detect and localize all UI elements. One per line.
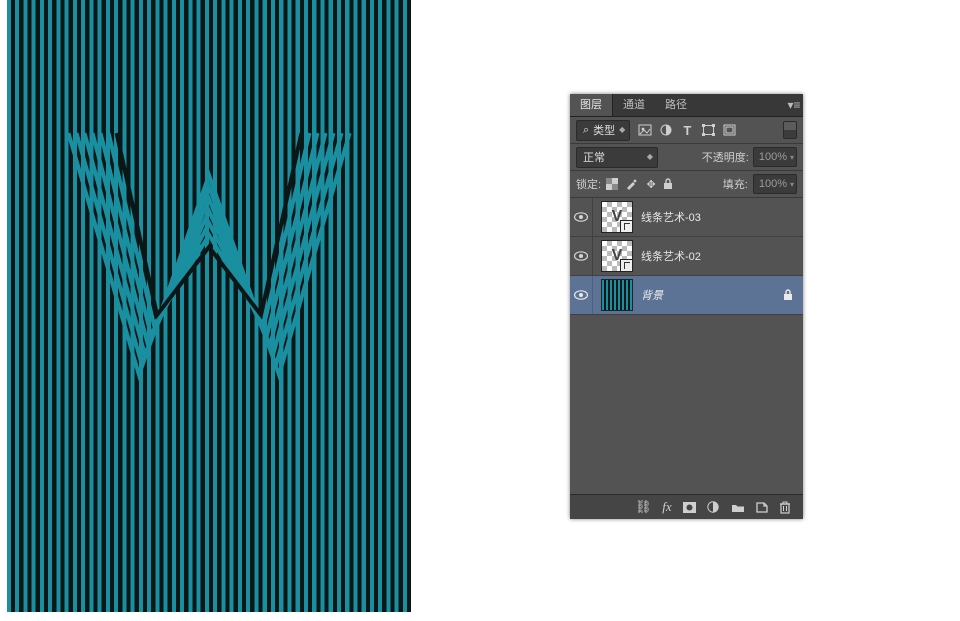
- adjustment-layer-icon[interactable]: [707, 501, 723, 513]
- link-layers-icon[interactable]: ⛓: [635, 499, 651, 515]
- visibility-toggle[interactable]: [570, 198, 593, 236]
- visibility-toggle[interactable]: [570, 237, 593, 275]
- visibility-toggle[interactable]: [570, 276, 593, 314]
- blend-mode-dropdown[interactable]: 正常 ◆: [576, 147, 658, 168]
- lock-all-icon[interactable]: [663, 178, 677, 191]
- blend-mode-value: 正常: [583, 149, 605, 165]
- layer-thumbnail[interactable]: [601, 279, 633, 311]
- letter-w-artwork: [59, 125, 359, 385]
- chevron-down-icon: ▾: [790, 153, 794, 162]
- layer-style-icon[interactable]: fx: [659, 499, 675, 515]
- lock-paint-icon[interactable]: [625, 178, 639, 191]
- filter-smart-icon[interactable]: [720, 122, 738, 138]
- opacity-value: 100%: [759, 151, 787, 163]
- layer-thumbnail[interactable]: [601, 240, 633, 272]
- filter-type-icons: T: [636, 122, 738, 138]
- document-canvas[interactable]: [7, 0, 411, 612]
- fill-label: 填充:: [723, 176, 748, 192]
- search-icon: ⌕: [583, 124, 589, 137]
- filter-kind-label: 类型: [593, 122, 615, 138]
- tab-layers[interactable]: 图层: [570, 94, 613, 116]
- layers-bottom-toolbar: ⛓ fx: [570, 494, 803, 519]
- layer-thumbnail[interactable]: [601, 201, 633, 233]
- filter-kind-dropdown[interactable]: ⌕ 类型 ◆: [576, 120, 630, 141]
- layer-mask-icon[interactable]: [683, 502, 699, 513]
- chevron-down-icon: ◆: [619, 126, 625, 134]
- new-layer-icon[interactable]: [755, 501, 771, 513]
- filter-shape-icon[interactable]: [699, 122, 717, 138]
- panel-menu-icon[interactable]: ▾≡: [785, 98, 803, 112]
- fill-input[interactable]: 100% ▾: [753, 174, 797, 194]
- lock-indicator-icon: [783, 289, 797, 301]
- layer-group-icon[interactable]: [731, 502, 747, 513]
- lock-icon-group: ✥: [606, 178, 677, 191]
- fill-value: 100%: [759, 178, 787, 190]
- layers-list: 线条艺术-03 线条艺术-02 背景: [570, 198, 803, 494]
- layer-name[interactable]: 线条艺术-02: [641, 248, 797, 264]
- blend-opacity-row: 正常 ◆ 不透明度: 100% ▾: [570, 144, 803, 171]
- tab-paths[interactable]: 路径: [655, 94, 697, 116]
- delete-layer-icon[interactable]: [779, 501, 795, 514]
- lock-position-icon[interactable]: ✥: [644, 178, 658, 191]
- smart-object-badge-icon: [620, 259, 633, 272]
- filter-toggle-switch[interactable]: [783, 121, 797, 139]
- lock-fill-row: 锁定: ✥ 填充: 100% ▾: [570, 171, 803, 198]
- layer-name[interactable]: 背景: [641, 287, 783, 303]
- layer-name[interactable]: 线条艺术-03: [641, 209, 797, 225]
- opacity-input[interactable]: 100% ▾: [753, 147, 797, 167]
- chevron-down-icon: ▾: [790, 180, 794, 189]
- layers-panel: 图层 通道 路径 ▾≡ ⌕ 类型 ◆ T: [570, 94, 803, 519]
- tab-channels[interactable]: 通道: [613, 94, 655, 116]
- lock-transparency-icon[interactable]: [606, 178, 620, 191]
- layer-row[interactable]: 背景: [570, 276, 803, 315]
- filter-adjust-icon[interactable]: [657, 122, 675, 138]
- filter-pixel-icon[interactable]: [636, 122, 654, 138]
- panel-tab-bar: 图层 通道 路径 ▾≡: [570, 94, 803, 117]
- layer-filter-row: ⌕ 类型 ◆ T: [570, 117, 803, 144]
- opacity-label: 不透明度:: [702, 149, 749, 165]
- smart-object-badge-icon: [620, 220, 633, 233]
- lock-label: 锁定:: [576, 176, 601, 192]
- chevron-down-icon: ◆: [647, 153, 653, 161]
- layer-row[interactable]: 线条艺术-03: [570, 198, 803, 237]
- layer-row[interactable]: 线条艺术-02: [570, 237, 803, 276]
- filter-type-text-icon[interactable]: T: [678, 122, 696, 138]
